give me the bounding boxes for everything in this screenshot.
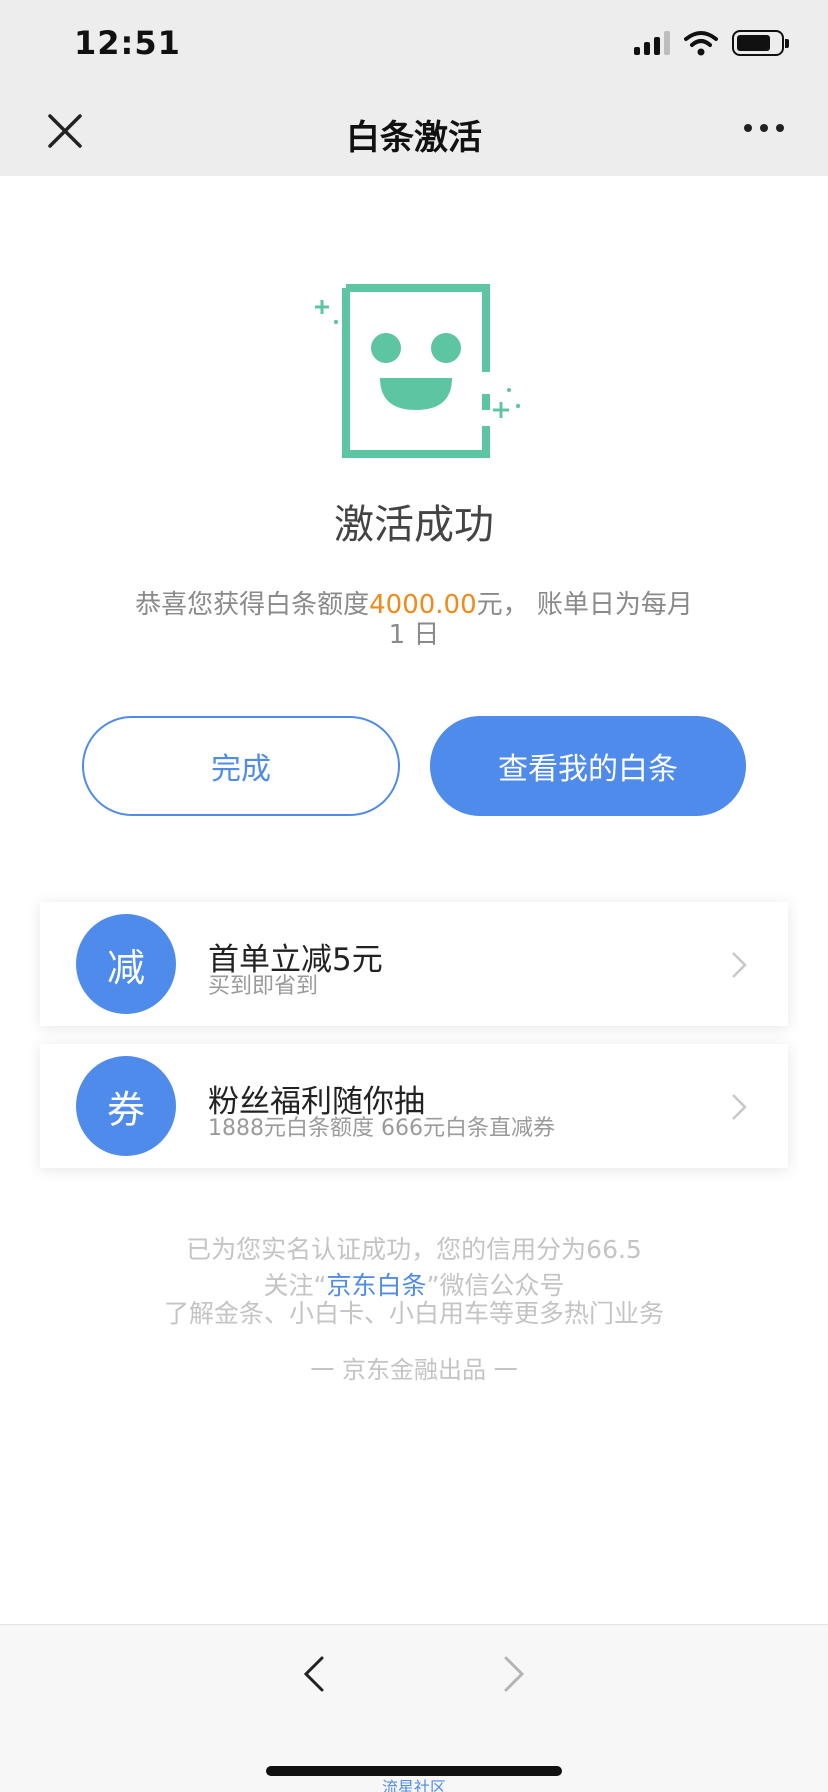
status-icons xyxy=(634,30,789,56)
watermark: 流星社区 xyxy=(381,1778,446,1792)
wifi-icon xyxy=(684,31,718,56)
success-description: 恭喜您获得白条额度4000.00元， 账单日为每月1 日 xyxy=(130,590,698,650)
more-icon[interactable] xyxy=(744,124,784,132)
page-title: 白条激活 xyxy=(346,118,482,158)
brand-footer: 一 京东金融出品 一 xyxy=(310,1356,518,1384)
battery-icon xyxy=(732,30,789,56)
chevron-right-icon xyxy=(732,1094,747,1120)
promo-subtitle: 1888元白条额度 666元白条直减券 xyxy=(208,1116,555,1141)
business-text: 了解金条、小白卡、小白用车等更多热门业务 xyxy=(163,1299,664,1328)
forward-icon[interactable] xyxy=(502,1654,526,1694)
view-baitiao-button[interactable]: 查看我的白条 xyxy=(430,716,746,816)
promo-card-coupon[interactable]: 券 粉丝福利随你抽 1888元白条额度 666元白条直减券 xyxy=(40,1044,788,1168)
credit-score-text: 已为您实名认证成功，您的信用分为66.5 xyxy=(186,1235,642,1264)
top-bar: 12:51 白条激活 xyxy=(0,0,828,176)
credit-amount: 4000.00 xyxy=(369,590,477,620)
desc-prefix: 恭喜您获得白条额度 xyxy=(135,590,370,620)
promo-card-discount[interactable]: 减 首单立减5元 买到即省到 xyxy=(40,902,788,1026)
done-button[interactable]: 完成 xyxy=(82,716,400,816)
success-face-icon xyxy=(315,284,521,458)
signal-icon xyxy=(634,31,670,55)
chevron-right-icon xyxy=(732,952,747,978)
promo-subtitle: 买到即省到 xyxy=(208,974,319,999)
discount-badge: 减 xyxy=(76,914,176,1014)
coupon-badge: 券 xyxy=(76,1056,176,1156)
success-title: 激活成功 xyxy=(334,502,494,548)
back-icon[interactable] xyxy=(302,1654,326,1694)
status-time: 12:51 xyxy=(74,24,181,62)
